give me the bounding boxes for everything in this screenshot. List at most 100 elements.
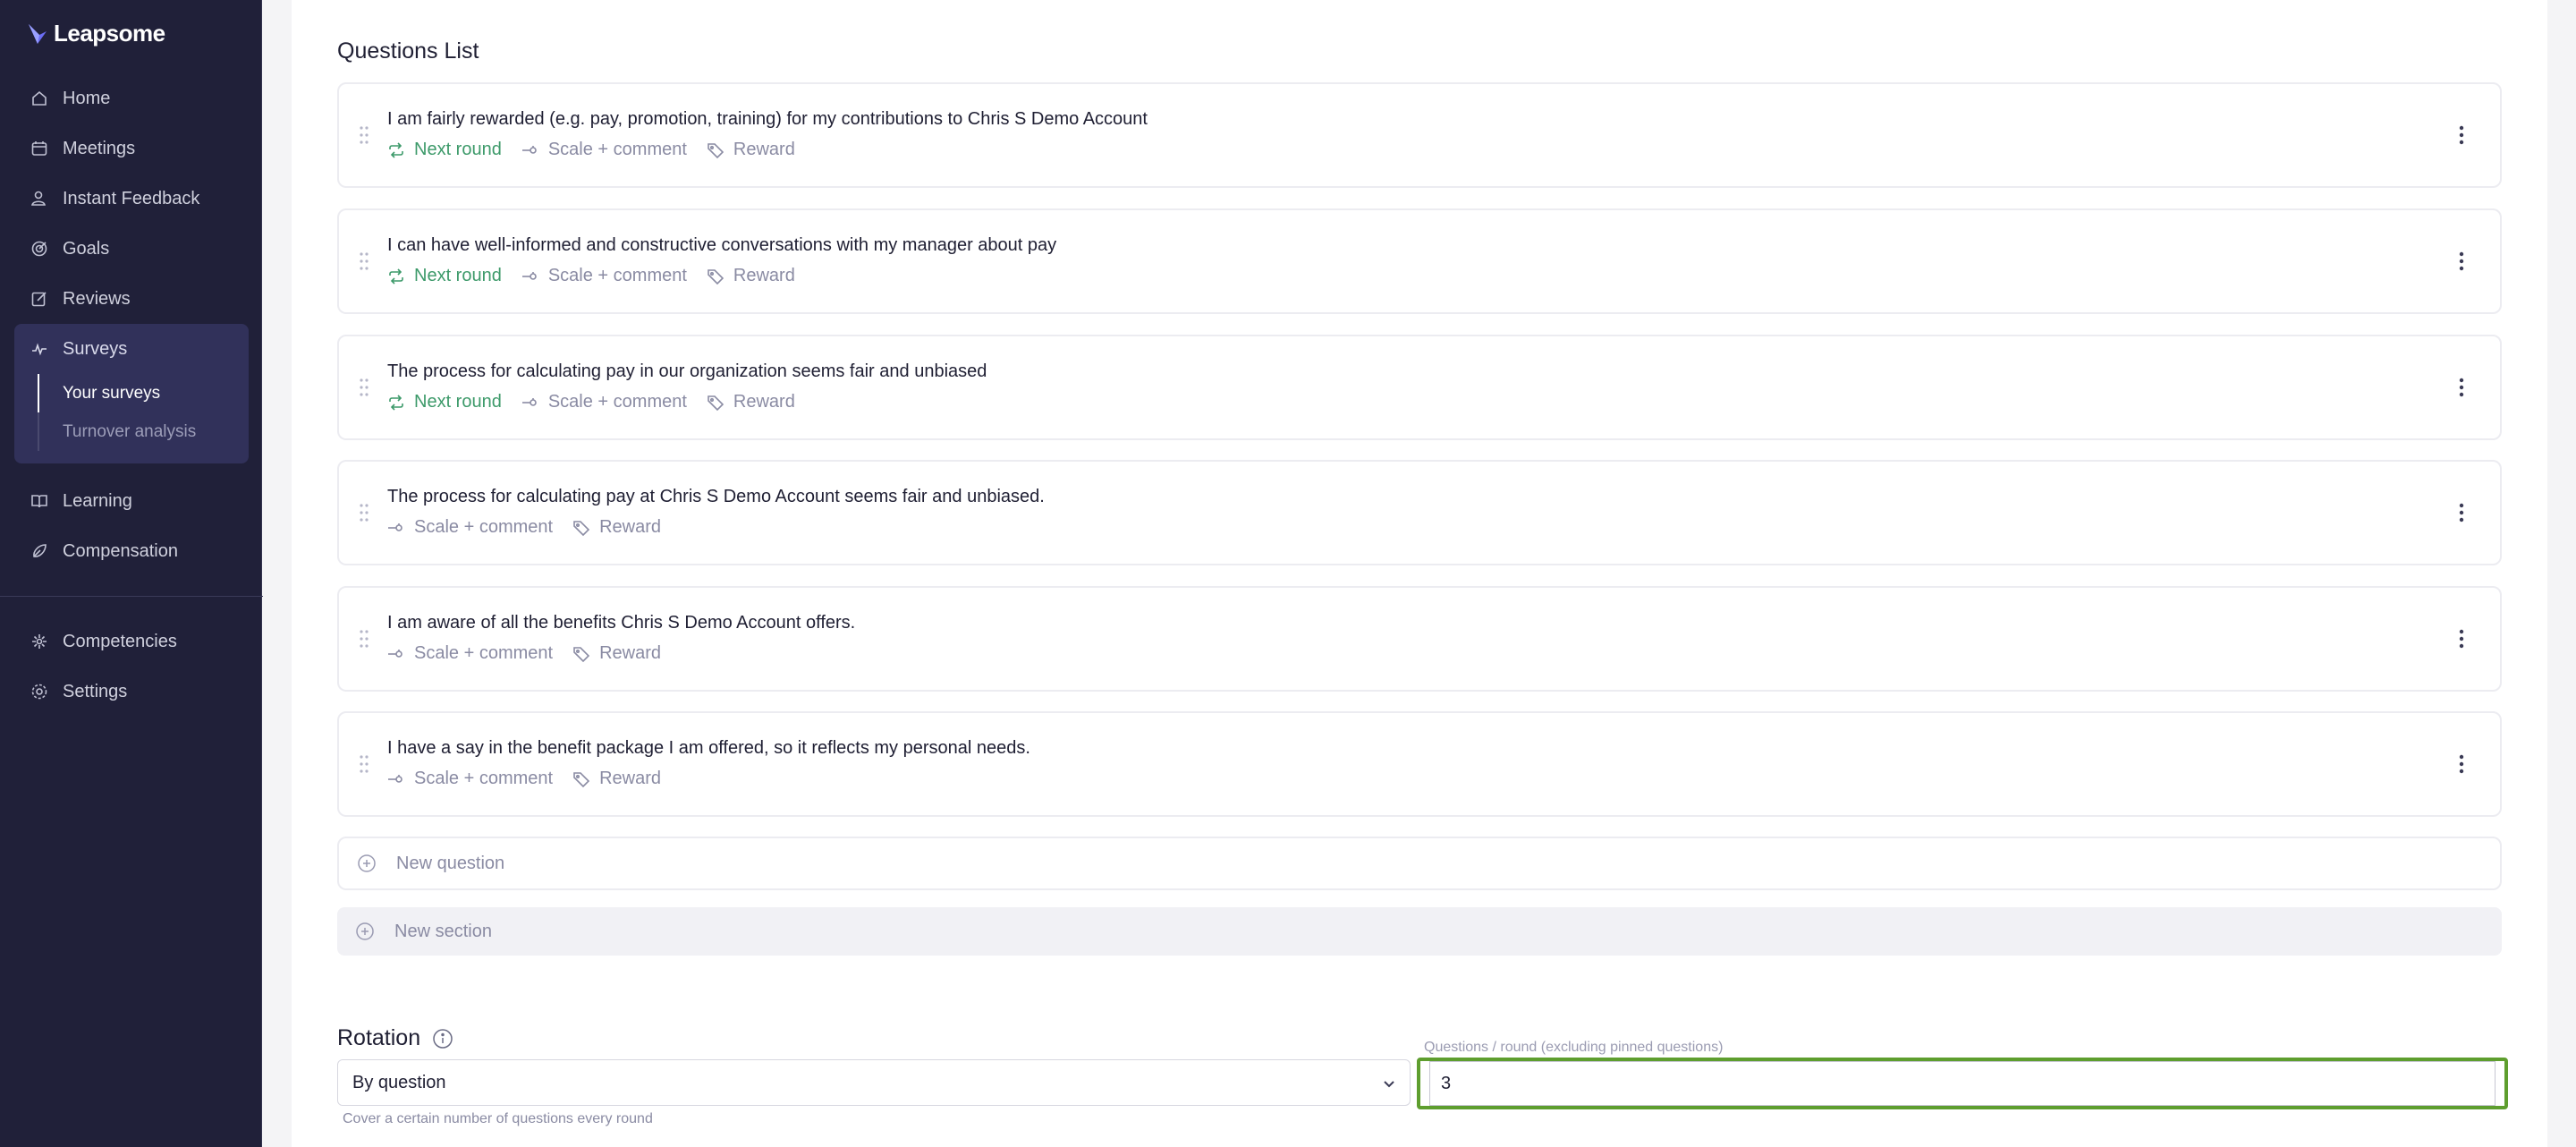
- sidebar-subitem-your-surveys[interactable]: Your surveys: [38, 374, 249, 412]
- rotation-heading: Rotation: [337, 1025, 454, 1051]
- question-text: I am aware of all the benefits Chris S D…: [387, 613, 856, 633]
- info-icon[interactable]: [431, 1027, 454, 1050]
- scale-comment-label: Scale + comment: [547, 266, 687, 285]
- reviews-icon: [31, 292, 47, 307]
- question-meta: Next round Scale + comment Reward: [387, 266, 795, 286]
- reward-label: Reward: [599, 517, 661, 537]
- sidebar-item-label: Goals: [63, 238, 110, 259]
- sidebar-item-instant-feedback[interactable]: Instant Feedback: [14, 174, 249, 224]
- new-question-button[interactable]: New question: [337, 837, 2502, 890]
- more-options-icon[interactable]: [2459, 250, 2464, 273]
- question-card[interactable]: I can have well-informed and constructiv…: [337, 208, 2502, 314]
- main-nav: Home Meetings Instant Feedback Goals Rev…: [0, 73, 263, 717]
- reward-tag: Reward: [707, 266, 795, 286]
- sidebar-divider: [0, 596, 263, 597]
- drag-handle-icon[interactable]: [359, 629, 369, 649]
- question-card[interactable]: The process for calculating pay in our o…: [337, 335, 2502, 440]
- sidebar-subitem-turnover-analysis[interactable]: Turnover analysis: [38, 412, 249, 451]
- drag-handle-icon[interactable]: [359, 125, 369, 145]
- sidebar-item-label: Instant Feedback: [63, 188, 200, 208]
- next-round-tag: Next round: [387, 392, 502, 412]
- question-card[interactable]: I am fairly rewarded (e.g. pay, promotio…: [337, 82, 2502, 188]
- more-options-icon[interactable]: [2459, 627, 2464, 650]
- questions-per-round-field: [1417, 1058, 2508, 1109]
- learning-icon: [31, 495, 47, 508]
- question-card[interactable]: I am aware of all the benefits Chris S D…: [337, 586, 2502, 692]
- scale-comment-tag: Scale + comment: [521, 392, 687, 412]
- rotation-title: Rotation: [337, 1025, 421, 1050]
- scale-comment-tag: Scale + comment: [521, 140, 687, 160]
- feedback-icon: [31, 191, 46, 206]
- next-round-label: Next round: [414, 392, 502, 412]
- repeat-icon: [389, 141, 403, 158]
- more-options-icon[interactable]: [2459, 123, 2464, 147]
- tag-icon: [573, 520, 590, 536]
- question-card[interactable]: I have a say in the benefit package I am…: [337, 711, 2502, 817]
- main-content: Questions List I am fairly rewarded (e.g…: [292, 0, 2547, 1147]
- rotation-select-value: By question: [352, 1072, 446, 1092]
- surveys-icon: [32, 343, 47, 356]
- sidebar-item-surveys[interactable]: Surveys: [14, 324, 249, 374]
- scale-icon: [388, 774, 402, 783]
- settings-icon: [31, 684, 47, 700]
- next-round-tag: Next round: [387, 140, 502, 160]
- question-meta: Scale + comment Reward: [387, 517, 661, 538]
- scale-icon: [521, 271, 537, 280]
- more-options-icon[interactable]: [2459, 752, 2464, 776]
- sidebar-item-settings[interactable]: Settings: [14, 667, 249, 717]
- sidebar-item-competencies[interactable]: Competencies: [14, 616, 249, 667]
- question-text: The process for calculating pay at Chris…: [387, 487, 1045, 506]
- reward-label: Reward: [733, 266, 795, 285]
- questions-per-round-input[interactable]: [1429, 1061, 2496, 1106]
- more-options-icon[interactable]: [2459, 376, 2464, 399]
- question-card[interactable]: The process for calculating pay at Chris…: [337, 460, 2502, 565]
- scale-comment-label: Scale + comment: [414, 769, 554, 788]
- more-options-icon[interactable]: [2459, 501, 2464, 524]
- scale-comment-label: Scale + comment: [547, 140, 687, 159]
- tag-icon: [573, 646, 590, 662]
- question-text: I have a say in the benefit package I am…: [387, 738, 1030, 758]
- sidebar-item-learning[interactable]: Learning: [14, 476, 249, 526]
- tag-icon: [573, 771, 590, 787]
- sidebar-item-label: Competencies: [63, 631, 177, 651]
- scale-icon: [521, 397, 537, 406]
- new-section-button[interactable]: New section: [337, 907, 2502, 956]
- sidebar-item-meetings[interactable]: Meetings: [14, 123, 249, 174]
- drag-handle-icon[interactable]: [359, 503, 369, 523]
- scale-comment-tag: Scale + comment: [521, 266, 687, 286]
- reward-tag: Reward: [572, 769, 661, 789]
- brand-name: Leapsome: [54, 20, 165, 47]
- plus-circle-icon: [358, 854, 376, 872]
- sidebar-item-label: Reviews: [63, 288, 131, 309]
- next-round-tag: Next round: [387, 266, 502, 286]
- sidebar-item-reviews[interactable]: Reviews: [14, 274, 249, 324]
- scale-comment-label: Scale + comment: [547, 392, 687, 412]
- sidebar-item-goals[interactable]: Goals: [14, 224, 249, 274]
- scale-comment-label: Scale + comment: [414, 517, 554, 537]
- tag-icon: [708, 395, 724, 411]
- rotation-select-help: Cover a certain number of questions ever…: [343, 1111, 653, 1126]
- leapsome-logo-icon: [29, 23, 47, 44]
- drag-handle-icon[interactable]: [359, 251, 369, 271]
- sidebar: Leapsome Home Meetings Instant Feedback …: [0, 0, 263, 1147]
- reward-label: Reward: [733, 392, 795, 412]
- new-question-label: New question: [396, 853, 505, 873]
- rotation-select[interactable]: By question: [337, 1059, 1411, 1106]
- scale-icon: [388, 523, 402, 531]
- question-meta: Next round Scale + comment Reward: [387, 392, 795, 412]
- sidebar-item-label: Settings: [63, 681, 128, 701]
- leapsome-logo[interactable]: Leapsome: [27, 20, 165, 47]
- scale-comment-tag: Scale + comment: [387, 769, 553, 789]
- scale-comment-tag: Scale + comment: [387, 517, 553, 538]
- sidebar-item-label: Learning: [63, 490, 132, 511]
- drag-handle-icon[interactable]: [359, 378, 369, 397]
- sidebar-group-surveys: Surveys Your surveys Turnover analysis: [14, 324, 249, 463]
- tag-icon: [708, 268, 724, 285]
- drag-handle-icon[interactable]: [359, 754, 369, 774]
- sidebar-item-compensation[interactable]: Compensation: [14, 526, 249, 576]
- sidebar-item-home[interactable]: Home: [14, 73, 249, 123]
- sidebar-item-label: Home: [63, 88, 111, 108]
- surveys-subnav: Your surveys Turnover analysis: [14, 374, 249, 463]
- question-text: I am fairly rewarded (e.g. pay, promotio…: [387, 109, 1148, 129]
